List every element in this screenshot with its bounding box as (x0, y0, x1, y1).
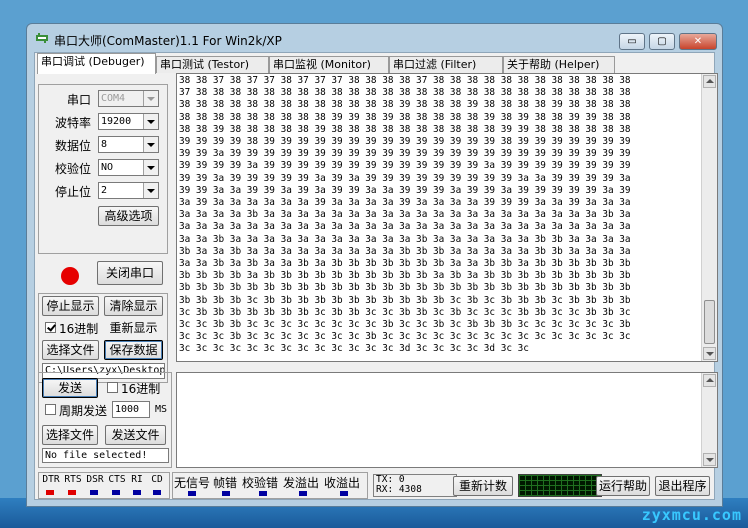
minimize-button[interactable]: ▭ (619, 33, 645, 50)
title-bar[interactable]: 串口大师(ComMaster)1.1 For Win2k/XP ▭ ▢ ✕ (27, 24, 722, 52)
send-controls-panel: 发送 16进制 周期发送 1000 MS 选择文件 发送文件 No file s… (38, 372, 172, 468)
period-unit-label: MS (155, 404, 168, 415)
send-hex-checkbox[interactable] (107, 382, 118, 393)
rx-value: 4308 (398, 484, 422, 495)
send-button[interactable]: 发送 (42, 378, 98, 398)
send-hex-label: 16进制 (121, 382, 161, 396)
ri-led (133, 490, 141, 495)
stopbits-select[interactable]: 2 (98, 182, 159, 199)
parity-error-label: 校验错 (242, 476, 279, 490)
maximize-button[interactable]: ▢ (649, 33, 675, 50)
port-status-icon (61, 267, 79, 285)
redisplay-button[interactable]: 重新显示 (104, 318, 163, 338)
cd-led (153, 490, 161, 495)
databits-select[interactable]: 8 (98, 136, 159, 153)
tab-filter[interactable]: 串口过滤 (Filter) (389, 56, 503, 73)
stop-display-button[interactable]: 停止显示 (42, 296, 99, 316)
no-signal-led (188, 491, 196, 496)
send-data-area[interactable] (176, 372, 718, 468)
reset-count-button[interactable]: 重新计数 (453, 476, 513, 496)
status-bar: DTR RTS DSR CTS RI CD 无信号 帧错 校验错 发溢出 收溢出 (35, 472, 714, 500)
chevron-down-icon (143, 137, 158, 152)
exit-program-button[interactable]: 退出程序 (655, 476, 710, 496)
client-area: 串口调试 (Debuger) 串口测试 (Testor) 串口监视 (Monit… (34, 52, 718, 500)
send-overflow-led (299, 491, 307, 496)
scroll-thumb[interactable] (704, 300, 715, 344)
receive-choose-file-button[interactable]: 选择文件 (42, 340, 99, 360)
rts-label: RTS (64, 474, 82, 485)
cd-label: CD (151, 474, 163, 485)
period-input[interactable]: 1000 (112, 401, 150, 418)
databits-label: 数据位 (54, 139, 91, 153)
watermark: zyxmcu.com (641, 506, 742, 524)
scroll-up-icon[interactable] (703, 374, 716, 387)
baud-value: 19200 (101, 116, 132, 127)
port-label: 串口 (66, 93, 91, 107)
tab-testor[interactable]: 串口测试 (Testor) (156, 56, 269, 73)
stopbits-label: 停止位 (54, 185, 91, 199)
app-icon (36, 33, 48, 43)
frame-error-label: 帧错 (213, 476, 238, 490)
window-title: 串口大师(ComMaster)1.1 For Win2k/XP (54, 34, 282, 48)
tx-rx-counter: TX: 0 RX: 4308 (373, 474, 457, 497)
rx-label: RX: (376, 484, 394, 495)
receive-overflow-led (340, 491, 348, 496)
parity-error-led (259, 491, 267, 496)
baud-select[interactable]: 19200 (98, 113, 159, 130)
databits-value: 8 (101, 139, 108, 150)
cts-label: CTS (108, 474, 126, 485)
dsr-label: DSR (86, 474, 104, 485)
stopbits-value: 2 (101, 185, 108, 196)
settings-panel: 串口 COM4 波特率 19200 数据位 8 校验位 NO 停止位 2 高级选… (38, 84, 168, 254)
parity-value: NO (101, 162, 114, 173)
port-select[interactable]: COM4 (98, 90, 159, 107)
rts-led (68, 490, 76, 495)
scroll-up-icon[interactable] (703, 75, 716, 88)
advanced-options-button[interactable]: 高级选项 (98, 206, 159, 226)
dsr-led (90, 490, 98, 495)
save-data-button[interactable]: 保存数据 (104, 340, 163, 360)
file-status-field: No file selected! (42, 448, 169, 463)
receive-overflow-label: 收溢出 (324, 476, 361, 490)
chevron-down-icon (143, 114, 158, 129)
clear-display-button[interactable]: 清除显示 (104, 296, 163, 316)
periodic-send-label: 周期发送 (59, 404, 108, 418)
receive-scrollbar[interactable] (701, 74, 717, 361)
parity-label: 校验位 (54, 162, 91, 176)
chevron-down-icon (143, 160, 158, 175)
ri-label: RI (131, 474, 143, 485)
send-choose-file-button[interactable]: 选择文件 (42, 425, 98, 445)
port-value: COM4 (101, 93, 126, 104)
chevron-down-icon (143, 91, 158, 106)
dtr-led (46, 490, 54, 495)
close-button[interactable]: ✕ (679, 33, 717, 50)
tab-helper[interactable]: 关于帮助 (Helper) (503, 56, 615, 73)
close-port-button[interactable]: 关闭串口 (97, 261, 163, 285)
baud-label: 波特率 (54, 116, 91, 130)
receive-hex-checkbox[interactable] (45, 322, 56, 333)
periodic-send-checkbox[interactable] (45, 404, 56, 415)
send-overflow-label: 发溢出 (283, 476, 320, 490)
parity-select[interactable]: NO (98, 159, 159, 176)
oscilloscope-display (518, 474, 602, 497)
receive-data-area[interactable]: 38 38 37 38 37 37 38 37 37 37 38 38 38 3… (176, 73, 718, 362)
no-signal-label: 无信号 (174, 476, 211, 490)
scroll-down-icon[interactable] (703, 347, 716, 360)
receive-hex-label: 16进制 (59, 322, 99, 336)
tab-debuger[interactable]: 串口调试 (Debuger) (37, 53, 156, 74)
receive-data-text: 38 38 37 38 37 37 38 37 37 37 38 38 38 3… (179, 75, 631, 355)
chevron-down-icon (143, 183, 158, 198)
run-help-button[interactable]: 运行帮助 (596, 476, 650, 496)
app-window: 串口大师(ComMaster)1.1 For Win2k/XP ▭ ▢ ✕ 串口… (26, 23, 723, 507)
send-scrollbar[interactable] (701, 373, 717, 467)
frame-error-led (222, 491, 230, 496)
receive-controls-panel: 停止显示 清除显示 16进制 重新显示 选择文件 保存数据 C:\Users\z… (38, 293, 168, 383)
tab-bar: 串口调试 (Debuger) 串口测试 (Testor) 串口监视 (Monit… (35, 53, 714, 74)
cts-led (112, 490, 120, 495)
tab-monitor[interactable]: 串口监视 (Monitor) (269, 56, 389, 73)
send-file-button[interactable]: 发送文件 (105, 425, 166, 445)
scroll-down-icon[interactable] (703, 453, 716, 466)
dtr-label: DTR (42, 474, 60, 485)
